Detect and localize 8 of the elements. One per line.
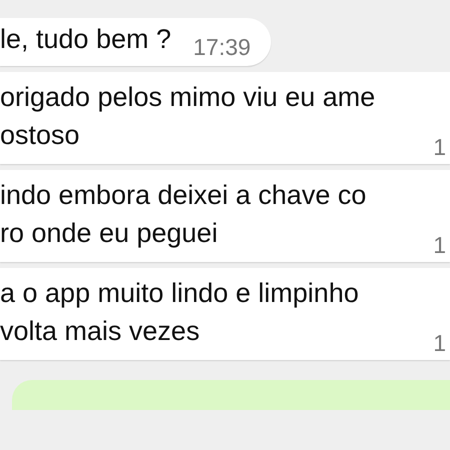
message-text: indo embora deixei a chave co ro onde eu peguei — [0, 179, 366, 250]
message-time: 17:39 — [193, 34, 251, 60]
message-time: 1 — [433, 134, 446, 160]
message-text: le, tudo bem ? — [0, 23, 172, 56]
message-time: 1 — [433, 232, 446, 258]
message-text: origado pelos mimo viu eu ame ostoso — [0, 81, 376, 152]
message-time: 1 — [433, 330, 446, 356]
message-text: a o app muito lindo e limpinho volta mais vezes — [0, 277, 359, 348]
